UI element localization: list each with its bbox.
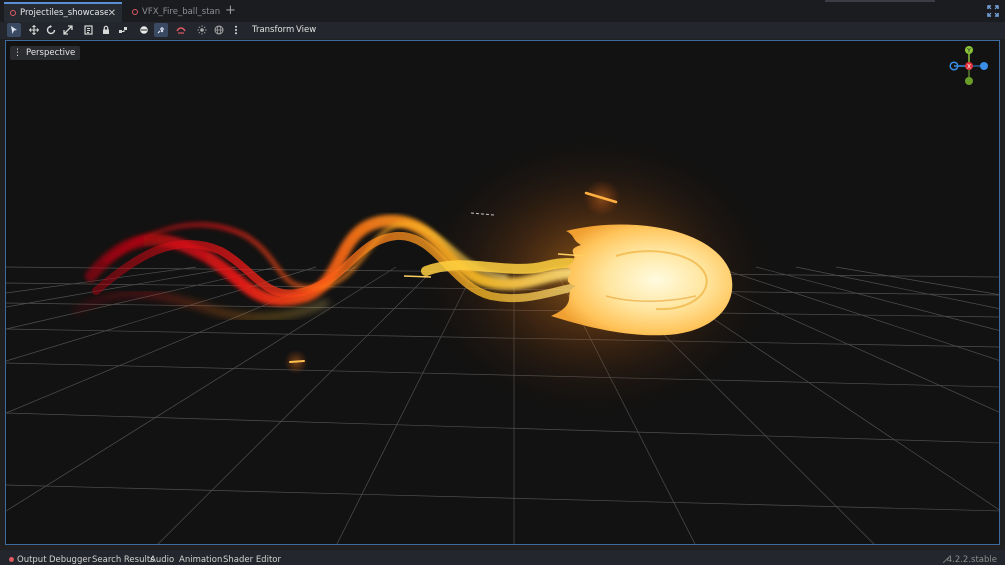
3d-viewport[interactable]: ⋮ Perspective Y X (5, 40, 1000, 545)
scene-tab-bar: Projectiles_showcase2(*) ✕ VFX_Fire_ball… (0, 0, 1005, 22)
close-tab-icon[interactable]: ✕ (108, 8, 116, 19)
scene-render (6, 126, 999, 544)
more-options-button[interactable] (229, 23, 243, 37)
list-selectable-button[interactable] (82, 23, 96, 37)
kebab-icon: ⋮ (13, 48, 22, 58)
gizmo-x-label: X (967, 64, 971, 71)
perspective-menu[interactable]: ⋮ Perspective (10, 46, 81, 60)
audio-tab[interactable]: Audio (150, 555, 174, 565)
tab-label: VFX_Fire_ball_standar (142, 7, 220, 17)
view-menu[interactable]: View (296, 25, 316, 35)
snap-icon (157, 27, 164, 34)
select-icon (11, 26, 17, 34)
sun-icon (197, 25, 207, 35)
snap-toggle-button[interactable] (154, 23, 168, 37)
scale-mode-button[interactable] (61, 23, 75, 37)
preview-sun-button[interactable] (195, 23, 209, 37)
gizmo-neg-z-axis[interactable] (980, 62, 988, 70)
bottom-panel-bar: Output Debugger Search Results Audio Ani… (0, 550, 1005, 565)
error-indicator-icon (9, 557, 14, 562)
group-button[interactable] (116, 23, 130, 37)
gizmo-neg-y-axis[interactable] (965, 77, 973, 85)
viewport-toolbar: Transform View (0, 22, 1005, 39)
move-mode-button[interactable] (27, 23, 41, 37)
select-mode-button[interactable] (7, 23, 21, 37)
lock-button[interactable] (99, 23, 113, 37)
lock-icon (103, 25, 109, 34)
output-tab[interactable]: Output (9, 555, 47, 565)
search-results-tab[interactable]: Search Results (92, 555, 155, 565)
transform-menu[interactable]: Transform (252, 25, 294, 35)
rotate-icon (46, 25, 56, 35)
list-icon (84, 25, 93, 35)
group-icon (119, 27, 127, 33)
debugger-tab[interactable]: Debugger (49, 555, 91, 565)
gizmo-y-label: Y (966, 48, 971, 55)
tab-projectiles-showcase[interactable]: Projectiles_showcase2(*) ✕ (4, 2, 122, 22)
output-tab-label: Output (17, 555, 47, 565)
local-space-button[interactable] (174, 23, 188, 37)
scene-unsaved-icon (10, 10, 16, 16)
tab-vfx-fire-ball[interactable]: VFX_Fire_ball_standar (126, 2, 226, 22)
version-label: 4.2.2.stable (946, 555, 997, 565)
scale-icon (63, 25, 73, 35)
shader-editor-tab[interactable]: Shader Editor (223, 555, 281, 565)
more-icon (235, 25, 237, 35)
local-icon (176, 27, 186, 34)
ruler-icon (140, 26, 148, 34)
scene-icon (132, 9, 138, 15)
add-tab-button[interactable]: + (225, 4, 236, 18)
rotate-mode-button[interactable] (44, 23, 58, 37)
globe-icon (214, 25, 224, 35)
tab-bar-accent-line (825, 0, 935, 2)
move-icon (29, 25, 39, 35)
tab-label: Projectiles_showcase2(*) (20, 8, 108, 18)
preview-environment-button[interactable] (212, 23, 226, 37)
perspective-label: Perspective (26, 48, 76, 58)
animation-tab[interactable]: Animation (179, 555, 222, 565)
ruler-button[interactable] (137, 23, 151, 37)
view-gizmo[interactable]: Y X (939, 41, 999, 96)
distraction-free-icon[interactable] (987, 5, 999, 17)
